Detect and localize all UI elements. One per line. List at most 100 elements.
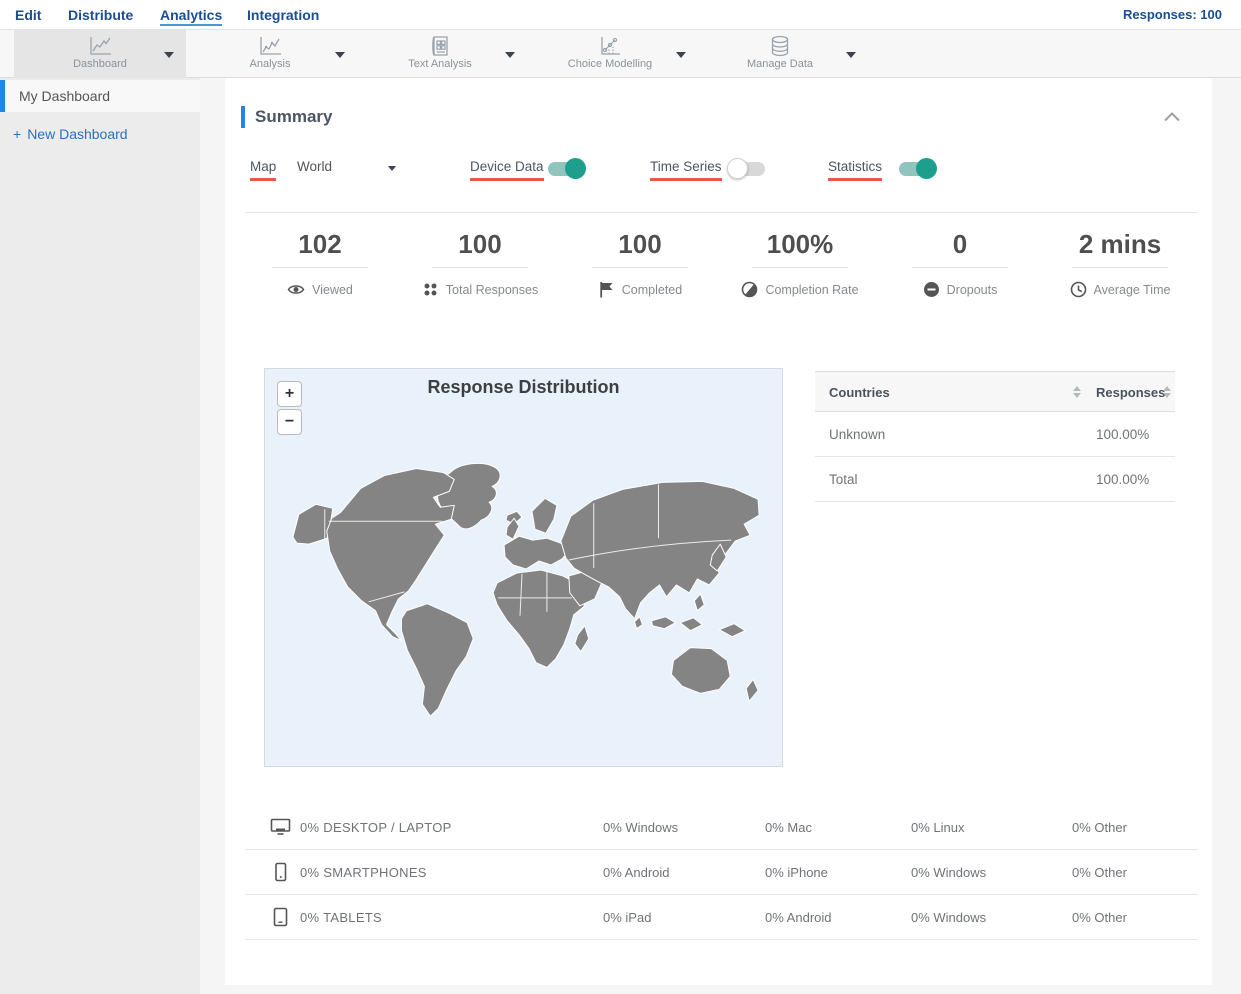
table-row: 0% TABLETS 0% iPad 0% Android 0% Windows… [245,895,1197,940]
responses-column-header[interactable]: Responses [1096,372,1165,413]
device-category-label: 0% SMARTPHONES [300,865,427,880]
nav-item-integration[interactable]: Integration [247,4,319,26]
stat-value: 100 [458,229,502,259]
toolbar-text-analysis-button[interactable]: Text Analysis [370,30,510,78]
country-name: Unknown [829,427,886,442]
plus-icon: + [13,126,22,142]
nav-item-analytics[interactable]: Analytics [160,4,223,26]
toolbar-manage-data-label: Manage Data [746,58,814,70]
new-dashboard-label: New Dashboard [27,126,128,142]
choice-modelling-dropdown-caret-icon[interactable] [676,52,686,58]
stat-divider [752,267,848,268]
countries-column-header[interactable]: Countries [829,372,890,413]
smartphone-icon [275,862,287,882]
countries-table: Countries Responses Unknown 100.00% Tota… [815,371,1175,502]
stat-completion-rate: 100% Completion Rate [720,228,880,298]
toolbar-analysis-label: Analysis [249,58,291,70]
tablet-icon [273,907,288,927]
device-stat: 0% Mac [765,820,812,835]
stat-divider [272,267,368,268]
sort-icon[interactable] [1163,386,1172,399]
responses-count: Responses: 100 [1123,7,1222,22]
database-icon [771,35,789,57]
response-distribution-map: Response Distribution + − [264,368,783,767]
chevron-up-icon[interactable] [1163,112,1181,122]
stat-total-responses: 100 Total Responses [400,228,560,298]
stat-label: Average Time [1093,282,1171,297]
stat-label: Completion Rate [765,282,859,297]
device-stat: 0% Windows [911,865,987,880]
toolbar-choice-modelling-button[interactable]: Choice Modelling [540,30,680,78]
flag-icon [600,282,613,298]
device-stat: 0% Windows [911,910,987,925]
analytics-toolbar: Dashboard Analysis Text Analysis Choice … [0,30,1241,78]
map-new-zealand [745,678,759,702]
line-chart-icon [260,37,281,55]
toolbar-manage-data-button[interactable]: Manage Data [710,30,850,78]
nav-item-edit[interactable]: Edit [15,4,41,26]
map-sumatra [651,616,676,630]
device-stat: 0% iPhone [765,865,828,880]
device-stat: 0% Other [1072,865,1127,880]
country-responses: 100.00% [1096,427,1150,442]
manage-data-dropdown-caret-icon[interactable] [846,52,856,58]
toolbar-dashboard-label: Dashboard [73,58,127,70]
world-map[interactable] [265,369,782,766]
dashboard-dropdown-caret-icon[interactable] [164,52,174,58]
stat-value: 100 [618,229,662,259]
minus-circle-icon [923,282,939,297]
toggle-knob [565,158,586,179]
stat-completed: 100 Completed [560,228,720,298]
sort-icon[interactable] [1073,386,1082,399]
analysis-dropdown-caret-icon[interactable] [335,52,345,58]
document-grid-icon [432,36,448,56]
eye-icon [287,285,305,294]
stat-value: 0 [952,229,968,259]
map-borneo [679,617,703,632]
stat-average-time: 2 mins Average Time [1040,228,1200,298]
toolbar-dashboard-button[interactable]: Dashboard [30,30,170,78]
device-stat: 0% Android [603,865,670,880]
stat-divider [432,267,528,268]
device-stat: 0% Windows [603,820,679,835]
stat-label: Total Responses [445,282,539,297]
device-stat: 0% Other [1072,820,1127,835]
map-label[interactable]: Map [250,159,277,181]
table-row: Unknown 100.00% [815,412,1175,457]
countries-table-header: Countries Responses [815,371,1175,412]
table-row: 0% DESKTOP / LAPTOP 0% Windows 0% Mac 0%… [245,805,1197,850]
table-row: Total 100.00% [815,457,1175,502]
country-responses: 100.00% [1096,472,1150,487]
map-south-america [400,603,474,717]
device-data-label[interactable]: Device Data [470,159,544,181]
app-root: Edit Distribute Analytics Integration Re… [0,0,1241,994]
controls-divider [245,212,1197,213]
map-zoom-in-button[interactable]: + [277,381,302,407]
map-region-select[interactable]: World [297,159,332,174]
new-dashboard-button[interactable]: + New Dashboard [13,126,128,142]
time-series-toggle[interactable] [727,158,765,179]
sidebar-item-my-dashboard[interactable]: My Dashboard [0,80,200,112]
time-series-label[interactable]: Time Series [650,159,722,181]
device-data-toggle[interactable] [548,158,586,179]
map-philippines [693,593,705,612]
contrast-circle-icon [742,281,758,298]
stat-value: 102 [298,229,342,259]
map-europe [503,535,570,570]
device-stat: 0% Android [765,910,832,925]
stat-divider [1072,267,1168,268]
map-region-caret-icon[interactable] [388,166,396,171]
top-nav: Edit Distribute Analytics Integration Re… [0,0,1241,30]
desktop-icon [270,818,291,835]
nav-item-distribute[interactable]: Distribute [68,4,133,26]
device-stat: 0% Linux [911,820,965,835]
toolbar-analysis-button[interactable]: Analysis [200,30,340,78]
text-analysis-dropdown-caret-icon[interactable] [505,52,515,58]
toolbar-text-analysis-label: Text Analysis [408,58,472,70]
stat-divider [592,267,688,268]
scatter-line-icon [601,37,620,55]
statistics-toggle[interactable] [899,158,937,179]
device-category-label: 0% DESKTOP / LAPTOP [300,820,452,835]
statistics-label[interactable]: Statistics [828,159,883,181]
map-zoom-out-button[interactable]: − [277,409,302,435]
